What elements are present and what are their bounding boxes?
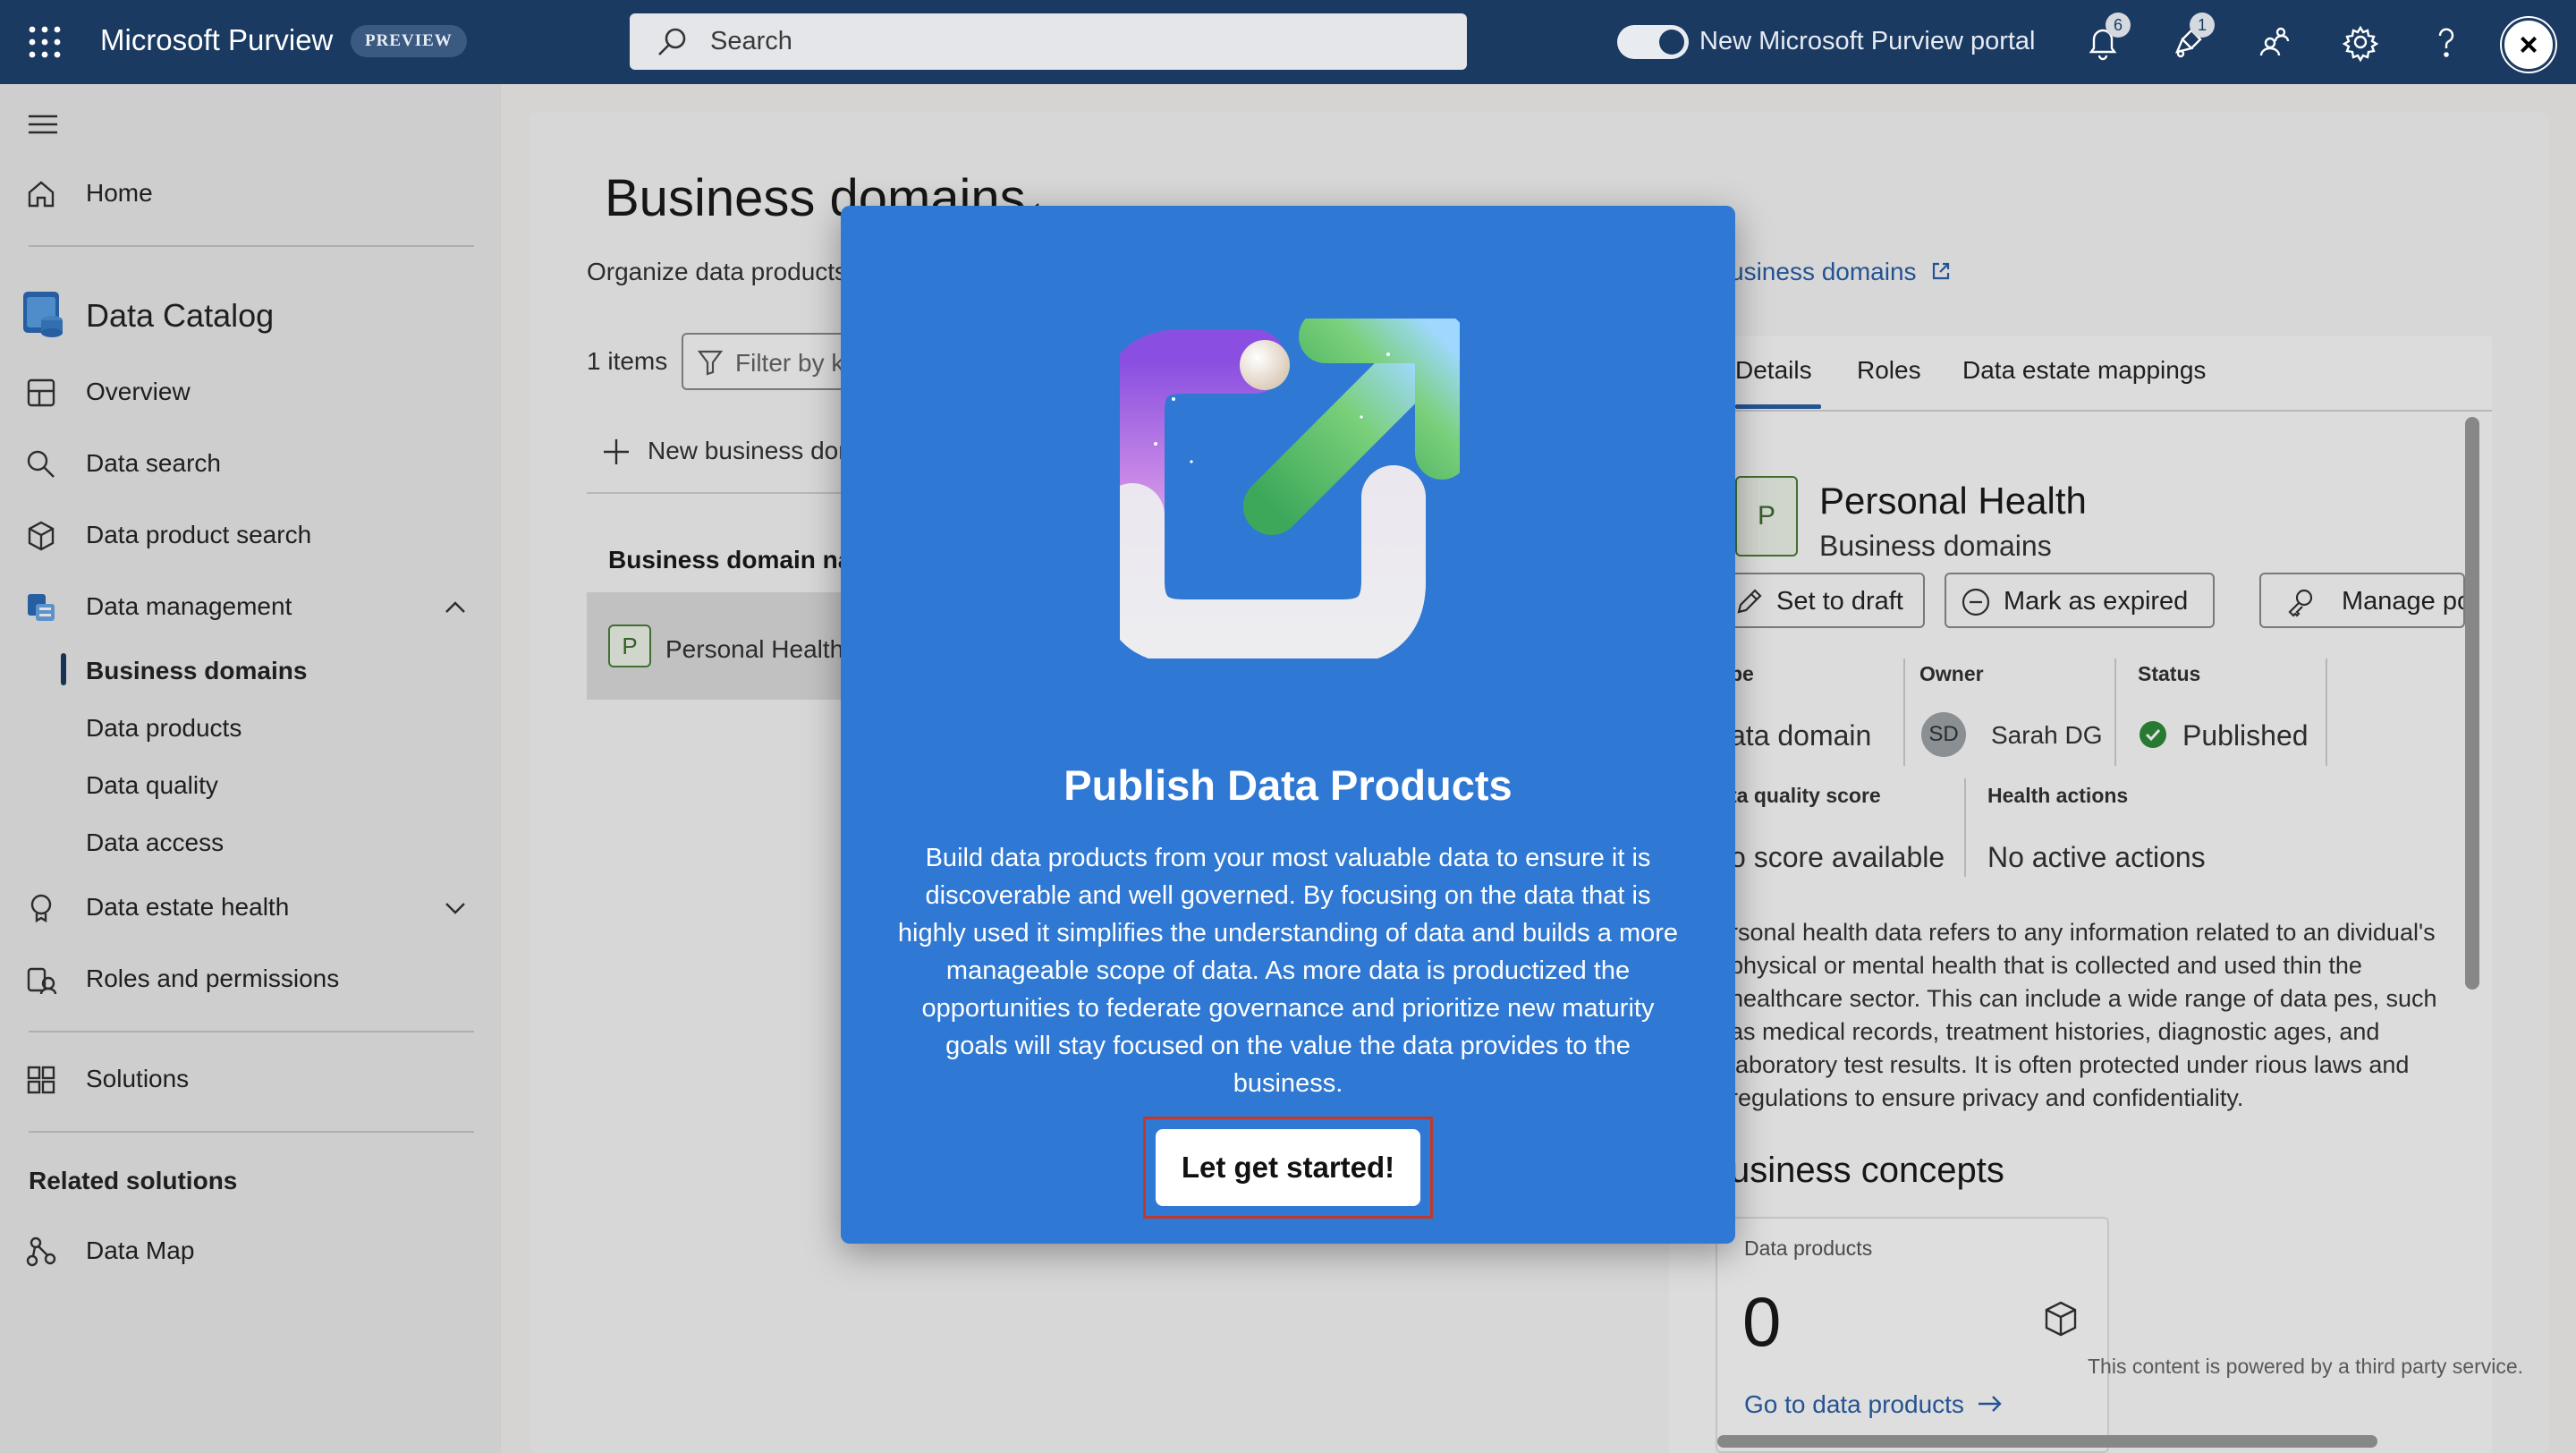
toggle-label: New Microsoft Purview portal bbox=[1699, 27, 2036, 55]
close-icon: × bbox=[2519, 26, 2538, 63]
preview-badge: PREVIEW bbox=[351, 25, 467, 57]
alert-count: 1 bbox=[2190, 13, 2215, 38]
search-icon bbox=[657, 27, 687, 57]
search-input[interactable] bbox=[708, 13, 1442, 70]
app-launcher-icon[interactable] bbox=[27, 24, 63, 60]
get-started-button[interactable]: Let get started! bbox=[1156, 1129, 1420, 1206]
dialog-body: Build data products from your most valua… bbox=[897, 844, 1679, 1098]
top-bar: Microsoft Purview PREVIEW New Microsoft … bbox=[0, 0, 2576, 84]
dialog-title: Publish Data Products bbox=[1063, 761, 1513, 809]
new-portal-toggle[interactable] bbox=[1617, 25, 1689, 59]
people-icon[interactable] bbox=[2254, 21, 2295, 63]
help-icon[interactable] bbox=[2426, 21, 2467, 63]
toggle-knob bbox=[1659, 30, 1684, 55]
gear-icon[interactable] bbox=[2340, 21, 2381, 63]
global-search[interactable] bbox=[630, 13, 1467, 70]
publish-data-products-dialog: Publish Data Products Build data product… bbox=[841, 206, 1735, 1244]
brand-name[interactable]: Microsoft Purview bbox=[100, 23, 333, 57]
notification-count: 6 bbox=[2106, 13, 2131, 38]
close-button[interactable]: × bbox=[2502, 18, 2555, 72]
launch-arrow-icon bbox=[1120, 319, 1460, 659]
